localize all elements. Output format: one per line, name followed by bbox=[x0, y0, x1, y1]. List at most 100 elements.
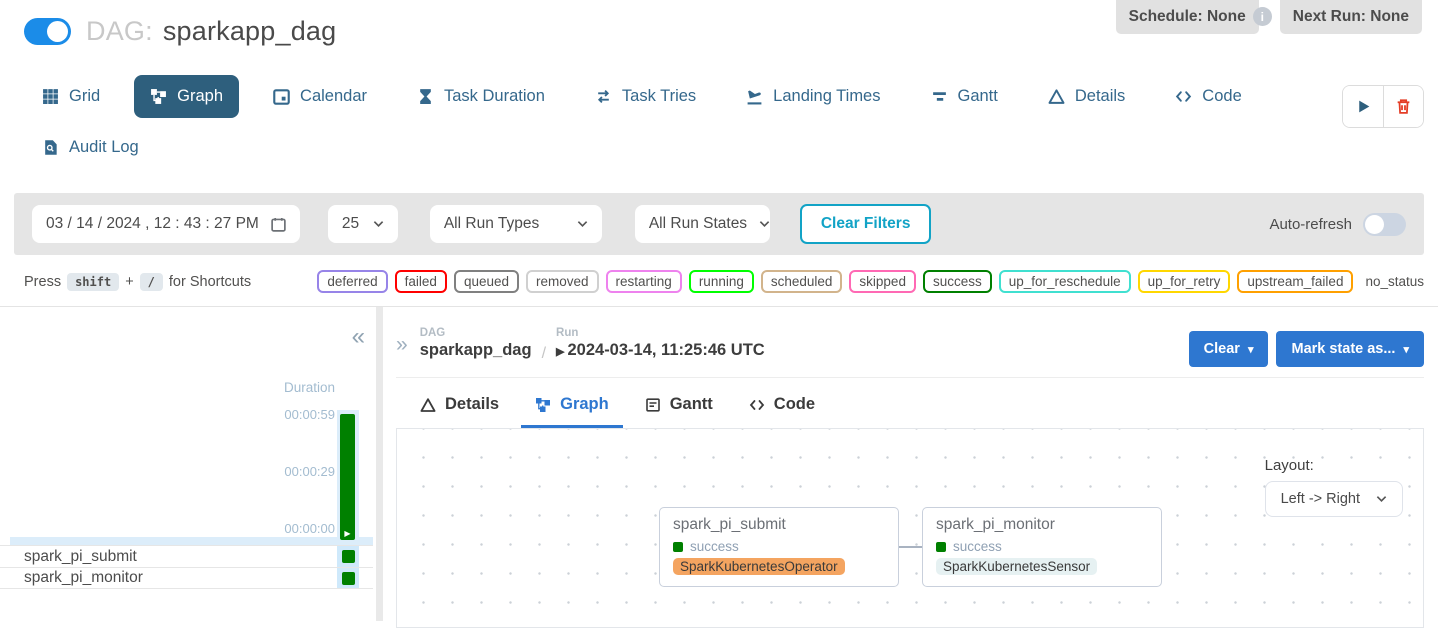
dag-name: sparkapp_dag bbox=[163, 16, 337, 46]
status-badge-scheduled[interactable]: scheduled bbox=[761, 270, 843, 293]
run-type-play-icon: ▶ bbox=[344, 530, 350, 538]
task-instance-cell[interactable] bbox=[337, 568, 359, 588]
panel-divider-line bbox=[396, 377, 1424, 378]
node-state: success bbox=[936, 539, 1148, 554]
tab-task-duration[interactable]: Task Duration bbox=[401, 75, 561, 118]
status-badge-success[interactable]: success bbox=[923, 270, 992, 293]
tab-label: Graph bbox=[560, 395, 609, 414]
legend-row: Press shift + / for Shortcuts deferred f… bbox=[0, 255, 1438, 307]
tab-label: Calendar bbox=[300, 87, 367, 106]
delete-dag-button[interactable] bbox=[1383, 86, 1423, 127]
base-date-input[interactable]: 03 / 14 / 2024 , 12 : 43 : 27 PM bbox=[32, 205, 300, 243]
task-row-spark-pi-monitor[interactable]: spark_pi_monitor bbox=[0, 567, 373, 589]
graph-node-spark-pi-monitor[interactable]: spark_pi_monitor success SparkKubernetes… bbox=[922, 507, 1162, 587]
tab-label: Graph bbox=[177, 87, 223, 106]
tab-details[interactable]: Details bbox=[1032, 75, 1141, 118]
status-badge-deferred[interactable]: deferred bbox=[317, 270, 387, 293]
tab-task-tries[interactable]: Task Tries bbox=[579, 75, 712, 118]
run-types-value: All Run Types bbox=[444, 215, 539, 233]
auto-refresh-toggle[interactable] bbox=[1363, 213, 1406, 236]
dag-run-column[interactable]: ▶ bbox=[337, 410, 359, 545]
run-tab-graph[interactable]: Graph bbox=[521, 384, 623, 428]
run-types-select[interactable]: All Run Types bbox=[430, 205, 602, 243]
run-tabs: Details Graph Gantt Code bbox=[396, 384, 1424, 429]
collapse-sidebar-icon[interactable]: « bbox=[352, 325, 365, 349]
clear-filters-button[interactable]: Clear Filters bbox=[800, 204, 932, 244]
status-square bbox=[673, 542, 683, 552]
layout-select[interactable]: Left -> Right bbox=[1265, 481, 1403, 517]
run-states-select[interactable]: All Run States bbox=[635, 205, 770, 243]
datetime-value: 03 / 14 / 2024 , 12 : 43 : 27 PM bbox=[46, 215, 259, 233]
plane-landing-icon bbox=[746, 88, 763, 105]
crumb-label: DAG bbox=[420, 327, 532, 339]
gantt-icon bbox=[645, 397, 661, 413]
crumb-label: Run bbox=[556, 327, 765, 339]
task-name: spark_pi_submit bbox=[24, 548, 137, 566]
hint-text: + bbox=[125, 274, 133, 290]
task-status-square[interactable] bbox=[342, 550, 355, 563]
duration-tick: 00:00:29 bbox=[284, 464, 335, 479]
task-status-square[interactable] bbox=[342, 572, 355, 585]
run-actions: Clear▾ Mark state as...▾ bbox=[1189, 331, 1424, 367]
task-row-spark-pi-submit[interactable]: spark_pi_submit bbox=[0, 545, 373, 567]
graph-node-spark-pi-submit[interactable]: spark_pi_submit success SparkKubernetesO… bbox=[659, 507, 899, 587]
node-title: spark_pi_monitor bbox=[936, 516, 1148, 534]
calendar-picker-icon[interactable] bbox=[271, 217, 286, 232]
status-badge-upstream-failed[interactable]: upstream_failed bbox=[1237, 270, 1353, 293]
clear-run-button[interactable]: Clear▾ bbox=[1189, 331, 1269, 367]
button-label: Mark state as... bbox=[1291, 341, 1395, 357]
run-tab-gantt[interactable]: Gantt bbox=[631, 384, 727, 428]
tab-code[interactable]: Code bbox=[1159, 75, 1257, 118]
tab-landing-times[interactable]: Landing Times bbox=[730, 75, 896, 118]
dag-label: DAG: bbox=[86, 16, 153, 46]
run-tab-code[interactable]: Code bbox=[735, 384, 829, 428]
status-badge-up-for-reschedule[interactable]: up_for_reschedule bbox=[999, 270, 1131, 293]
tab-grid[interactable]: Grid bbox=[26, 75, 116, 118]
chevron-down-icon bbox=[373, 220, 384, 228]
gantt-icon bbox=[931, 88, 948, 105]
status-badge-running[interactable]: running bbox=[689, 270, 754, 293]
selected-run-strip bbox=[10, 537, 373, 545]
tab-label: Code bbox=[774, 395, 815, 414]
graph-icon bbox=[150, 88, 167, 105]
node-state: success bbox=[673, 539, 885, 554]
graph-icon bbox=[535, 397, 551, 413]
tab-gantt[interactable]: Gantt bbox=[915, 75, 1014, 118]
tab-graph[interactable]: Graph bbox=[134, 75, 239, 118]
mark-state-button[interactable]: Mark state as...▾ bbox=[1276, 331, 1424, 367]
tab-label: Task Tries bbox=[622, 87, 696, 106]
status-badge-failed[interactable]: failed bbox=[395, 270, 447, 293]
status-text: success bbox=[690, 539, 739, 554]
status-badge-queued[interactable]: queued bbox=[454, 270, 519, 293]
breadcrumb-dag[interactable]: DAG sparkapp_dag bbox=[420, 327, 532, 360]
status-badge-restarting[interactable]: restarting bbox=[606, 270, 682, 293]
panel-divider[interactable] bbox=[376, 307, 383, 621]
chevron-down-icon bbox=[1376, 495, 1387, 503]
trigger-dag-button[interactable] bbox=[1343, 86, 1383, 127]
layout-label: Layout: bbox=[1265, 457, 1403, 474]
status-label-no-status: no_status bbox=[1365, 274, 1424, 289]
status-badge-skipped[interactable]: skipped bbox=[849, 270, 916, 293]
page-size-select[interactable]: 25 bbox=[328, 205, 398, 243]
calendar-icon bbox=[273, 88, 290, 105]
expand-panel-icon[interactable]: » bbox=[396, 333, 408, 357]
run-detail-panel: » DAG sparkapp_dag / Run ▶2024-03-14, 11… bbox=[383, 307, 1438, 621]
status-badge-up-for-retry[interactable]: up_for_retry bbox=[1138, 270, 1231, 293]
run-tab-details[interactable]: Details bbox=[406, 384, 513, 428]
crumb-value: ▶2024-03-14, 11:25:46 UTC bbox=[556, 341, 765, 360]
task-name: spark_pi_monitor bbox=[24, 569, 143, 587]
status-badge-removed[interactable]: removed bbox=[526, 270, 599, 293]
info-icon[interactable]: i bbox=[1253, 7, 1272, 26]
dag-pause-toggle[interactable] bbox=[24, 18, 71, 45]
task-instance-cell[interactable] bbox=[337, 546, 359, 567]
graph-canvas[interactable]: Layout: Left -> Right spark_pi_submit su… bbox=[396, 428, 1424, 628]
tab-audit-log[interactable]: Audit Log bbox=[26, 126, 155, 169]
task-edge bbox=[899, 546, 922, 548]
grid-icon bbox=[42, 88, 59, 105]
dag-run-duration-bar[interactable]: ▶ bbox=[340, 414, 355, 540]
breadcrumb-run[interactable]: Run ▶2024-03-14, 11:25:46 UTC bbox=[556, 327, 765, 360]
tab-label: Details bbox=[1075, 87, 1125, 106]
tab-label: Code bbox=[1202, 87, 1241, 106]
tab-calendar[interactable]: Calendar bbox=[257, 75, 383, 118]
dag-nav: Grid Graph Calendar Task Duration Task T… bbox=[26, 75, 1326, 169]
